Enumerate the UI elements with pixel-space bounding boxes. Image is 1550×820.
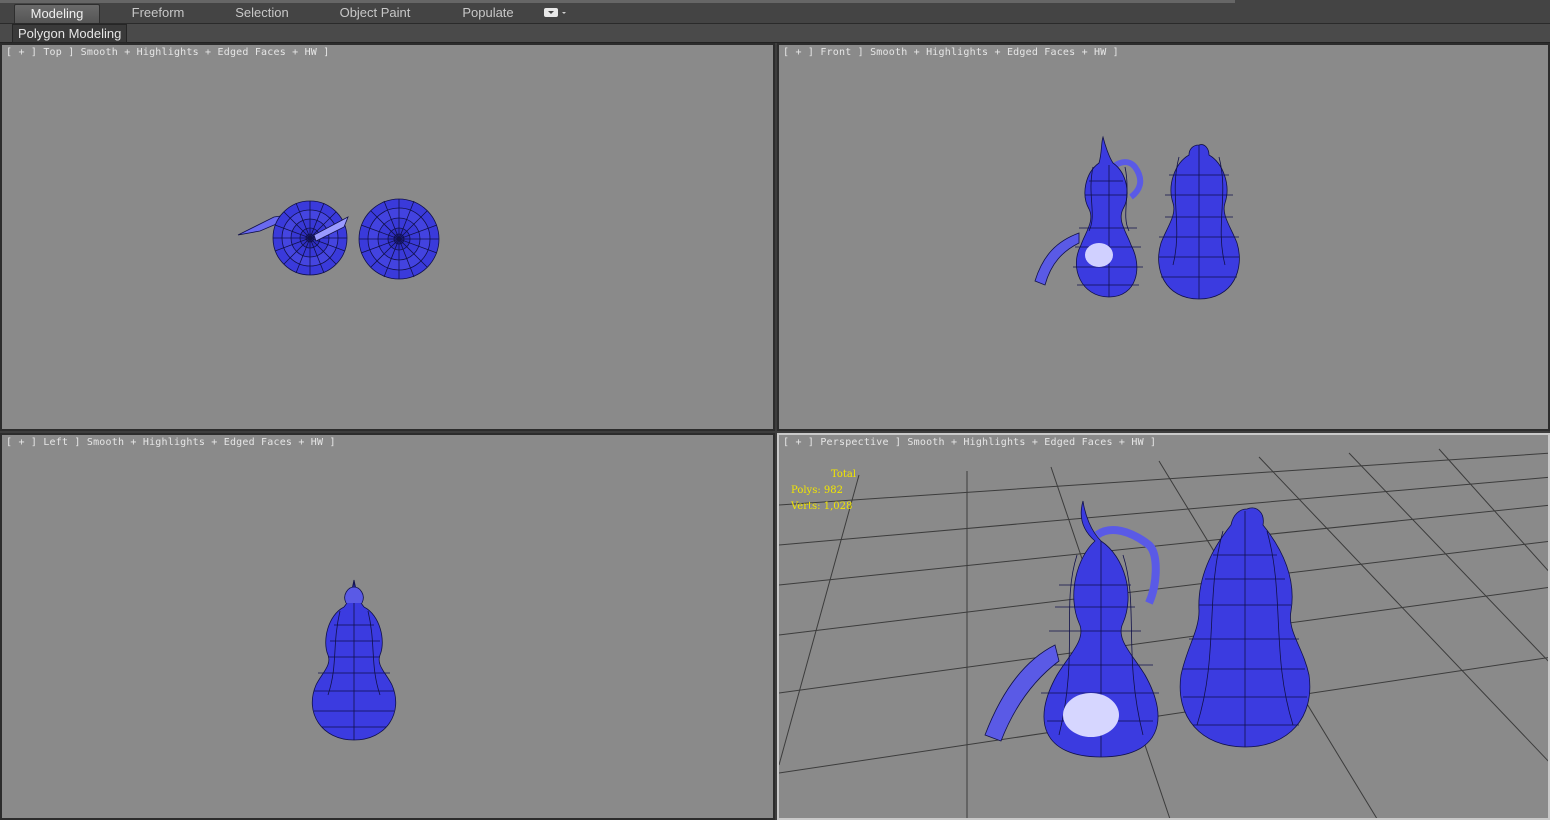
stats-verts: Verts: 1,028	[791, 501, 853, 512]
viewport-front[interactable]: [ + ] Front ] Smooth + Highlights + Edge…	[777, 43, 1550, 431]
ribbon-panel: Polygon Modeling	[0, 24, 1550, 43]
gourd-persp-right	[1179, 507, 1311, 748]
dropdown-toggle-icon[interactable]	[543, 6, 569, 20]
grid-floor	[779, 448, 1548, 818]
left-view-model	[311, 579, 397, 741]
tab-modeling[interactable]: Modeling	[14, 4, 100, 23]
polygon-modeling-panel[interactable]: Polygon Modeling	[12, 24, 128, 43]
viewport-label-perspective[interactable]: [ + ] Perspective ] Smooth + Highlights …	[783, 437, 1156, 448]
gourd-persp-left	[984, 500, 1160, 758]
viewport-left[interactable]: [ + ] Left ] Smooth + Highlights + Edged…	[0, 433, 775, 820]
tab-selection[interactable]: Selection	[222, 4, 302, 22]
top-view-models	[237, 198, 440, 280]
stats-title: Total	[831, 469, 857, 480]
viewport-top[interactable]: [ + ] Top ] Smooth + Highlights + Edged …	[0, 43, 775, 431]
gourd-side	[311, 579, 397, 741]
front-view-models	[1034, 135, 1240, 300]
gourd-front-left	[1034, 135, 1144, 298]
tab-object-paint[interactable]: Object Paint	[330, 4, 420, 22]
stats-overlay: Total Polys: 982 Verts: 1,028	[791, 467, 856, 515]
perspective-view-models	[779, 448, 1548, 818]
gourd-top-right	[358, 198, 440, 280]
tab-populate[interactable]: Populate	[450, 4, 526, 22]
ribbon-top-strip	[0, 0, 1235, 3]
gourd-front-right	[1158, 144, 1240, 300]
gourd-top-left	[237, 200, 349, 276]
ribbon-tab-bar: Modeling Freeform Selection Object Paint…	[0, 0, 1550, 24]
stats-polys: Polys: 982	[791, 485, 843, 496]
viewport-perspective[interactable]: [ + ] Perspective ] Smooth + Highlights …	[777, 433, 1550, 820]
tab-freeform[interactable]: Freeform	[118, 4, 198, 22]
